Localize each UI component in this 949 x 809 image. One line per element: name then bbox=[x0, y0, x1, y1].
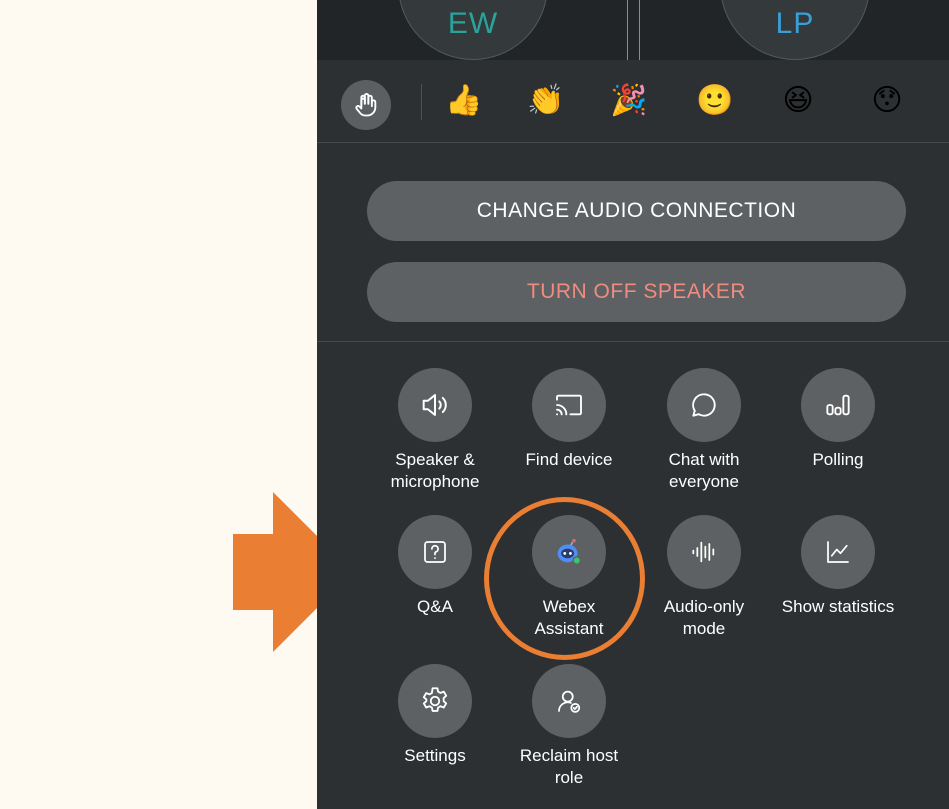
tool-label: Polling bbox=[812, 450, 864, 469]
reactions-bar: 👍 👏 🎉 🙂 😆 😯 bbox=[317, 60, 949, 143]
clapping-hands-icon[interactable]: 👏 bbox=[526, 81, 566, 121]
gear-icon bbox=[422, 687, 448, 712]
statistics-chart-icon bbox=[827, 541, 849, 563]
participant-initials: EW bbox=[447, 7, 499, 40]
host-role-icon bbox=[558, 690, 581, 713]
participant-initials: LP bbox=[775, 7, 815, 40]
reclaim-host-role-button[interactable]: Reclaim host role bbox=[499, 664, 639, 789]
section-divider bbox=[317, 341, 949, 342]
change-audio-connection-button[interactable]: CHANGE AUDIO CONNECTION bbox=[367, 181, 906, 241]
audio-wave-icon bbox=[692, 541, 715, 563]
smile-icon[interactable]: 🙂 bbox=[695, 81, 735, 121]
reactions-divider bbox=[421, 84, 422, 120]
turn-off-speaker-button[interactable]: TURN OFF SPEAKER bbox=[367, 262, 906, 322]
settings-button[interactable]: Settings bbox=[365, 664, 505, 767]
tool-label: Q&A bbox=[417, 597, 453, 616]
participant-avatar[interactable]: EW bbox=[398, 0, 548, 60]
tool-label: Find device bbox=[525, 450, 613, 469]
laughing-icon[interactable]: 😆 bbox=[778, 81, 818, 121]
surprised-icon[interactable]: 😯 bbox=[867, 81, 907, 121]
speaker-microphone-button[interactable]: Speaker & microphone bbox=[365, 368, 505, 493]
participant-avatar[interactable]: LP bbox=[720, 0, 870, 60]
chat-bubble-icon bbox=[692, 393, 716, 417]
participant-video-strip: EW LP bbox=[317, 0, 949, 60]
audio-only-mode-button[interactable]: Audio-only mode bbox=[634, 515, 774, 640]
tool-label: Reclaim host role bbox=[519, 746, 619, 787]
highlight-ring bbox=[484, 497, 645, 660]
show-statistics-button[interactable]: Show statistics bbox=[768, 515, 908, 618]
speaker-icon bbox=[422, 394, 447, 416]
tool-label: Chat with everyone bbox=[668, 450, 740, 491]
raise-hand-button[interactable] bbox=[341, 80, 391, 130]
tool-label: Settings bbox=[404, 746, 466, 765]
video-tile-divider bbox=[639, 0, 640, 60]
thumbs-up-icon[interactable]: 👍 bbox=[444, 81, 484, 121]
tool-label: Audio-only mode bbox=[663, 597, 745, 638]
tool-label: Show statistics bbox=[781, 597, 895, 616]
cast-icon bbox=[556, 394, 582, 416]
poll-bars-icon bbox=[826, 394, 850, 416]
meeting-options-panel: EW LP 👍 👏 🎉 🙂 😆 😯 CHANGE AUDIO CONNECTIO… bbox=[317, 0, 949, 809]
chat-with-everyone-button[interactable]: Chat with everyone bbox=[634, 368, 774, 493]
tool-label: Speaker & microphone bbox=[390, 450, 480, 491]
question-icon bbox=[424, 541, 446, 563]
party-popper-icon[interactable]: 🎉 bbox=[609, 81, 649, 121]
video-tile-divider bbox=[627, 0, 628, 60]
polling-button[interactable]: Polling bbox=[768, 368, 908, 471]
find-device-button[interactable]: Find device bbox=[499, 368, 639, 471]
raise-hand-icon bbox=[355, 93, 377, 117]
